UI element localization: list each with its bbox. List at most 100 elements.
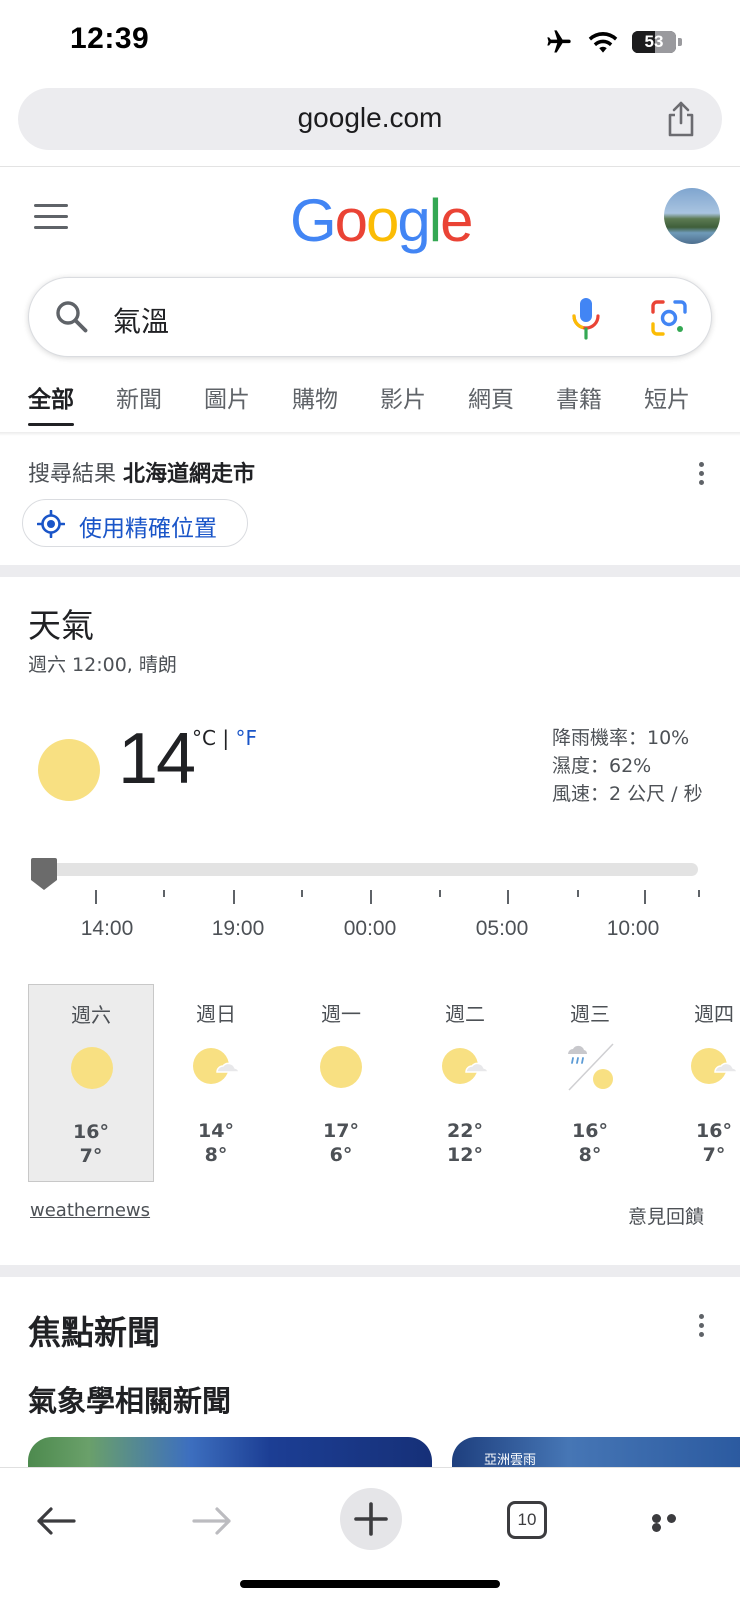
humidity-text: 濕度：62% xyxy=(552,755,652,777)
tab-shopping[interactable]: 購物 xyxy=(292,380,338,426)
unit-fahrenheit[interactable]: °F xyxy=(235,726,257,750)
tab-videos[interactable]: 影片 xyxy=(380,380,426,426)
day-high: 16° xyxy=(572,1120,608,1142)
news-card-image[interactable] xyxy=(28,1437,432,1467)
forward-arrow-icon[interactable] xyxy=(190,1506,234,1536)
use-precise-location-button[interactable]: 使用精確位置 xyxy=(22,499,248,547)
current-temperature: 14 xyxy=(118,719,196,799)
news-more-icon[interactable] xyxy=(699,1314,705,1340)
timeline-slider-track[interactable] xyxy=(42,863,698,876)
logo-letter: e xyxy=(440,187,473,254)
hamburger-menu-icon[interactable] xyxy=(34,204,68,232)
tab-images[interactable]: 圖片 xyxy=(204,380,250,426)
day-label: 週三 xyxy=(570,1002,610,1026)
timeline-slider-handle[interactable] xyxy=(30,856,58,892)
avatar[interactable] xyxy=(664,188,720,244)
weather-subtitle: 週六 12:00, 晴朗 xyxy=(28,654,177,676)
microphone-icon[interactable] xyxy=(569,296,603,340)
day-low: 7° xyxy=(702,1144,726,1166)
day-high: 16° xyxy=(696,1120,732,1142)
sunny-icon xyxy=(320,1046,362,1088)
day-low: 6° xyxy=(329,1144,353,1166)
unit-celsius[interactable]: °C xyxy=(192,726,216,750)
weather-title: 天氣 xyxy=(28,606,94,645)
logo-letter: l xyxy=(428,187,442,254)
feedback-link[interactable]: 意見回饋 xyxy=(628,1202,704,1229)
timeline-label: 14:00 xyxy=(80,917,134,940)
share-icon[interactable] xyxy=(664,100,698,138)
tabs-shadow xyxy=(0,432,740,436)
logo-letter: g xyxy=(397,187,430,254)
location-target-icon xyxy=(37,510,65,538)
battery-level: 53 xyxy=(644,32,664,51)
news-subtitle: 氣象學相關新聞 xyxy=(28,1384,232,1418)
partly-sunny-icon xyxy=(442,1048,489,1084)
tab-web[interactable]: 網頁 xyxy=(468,380,514,426)
precipitation-text: 降雨機率：10% xyxy=(552,727,690,749)
tab-shorts[interactable]: 短片 xyxy=(644,380,690,426)
google-lens-icon[interactable] xyxy=(649,298,689,338)
location-place[interactable]: 北海道網走市 xyxy=(123,462,255,487)
url-bar[interactable]: google.com xyxy=(18,88,722,150)
news-card-image[interactable]: 亞洲雲雨 xyxy=(452,1437,740,1468)
wifi-icon xyxy=(588,32,618,53)
airplane-icon xyxy=(547,30,571,53)
status-bar: 12:39 53 xyxy=(0,0,740,84)
back-arrow-icon[interactable] xyxy=(34,1506,78,1536)
forecast-day-thursday[interactable]: 週四 16° 7° xyxy=(651,984,740,1182)
day-label: 週六 xyxy=(71,1003,111,1027)
location-more-icon[interactable] xyxy=(699,462,705,488)
logo-letter: o xyxy=(366,187,399,254)
precise-location-label: 使用精確位置 xyxy=(79,516,217,542)
unit-separator: | xyxy=(222,726,230,750)
partly-sunny-icon xyxy=(193,1048,240,1084)
sunny-icon xyxy=(71,1047,113,1089)
forecast-day-sunday[interactable]: 週日 14° 8° xyxy=(153,984,279,1182)
timeline-ticks xyxy=(0,890,740,904)
day-label: 週二 xyxy=(445,1002,485,1026)
tab-news[interactable]: 新聞 xyxy=(116,380,162,426)
status-time: 12:39 xyxy=(70,22,150,55)
location-text: 搜尋結果 北海道網走市 xyxy=(28,456,255,488)
divider xyxy=(0,166,740,167)
forecast-day-tuesday[interactable]: 週二 22° 12° xyxy=(402,984,528,1182)
wind-text: 風速：2 公尺 / 秒 xyxy=(552,783,703,805)
section-separator xyxy=(0,1265,740,1277)
temperature-units: °C | °F xyxy=(192,726,257,750)
search-box[interactable]: 氣溫 xyxy=(28,277,712,357)
timeline-label: 19:00 xyxy=(211,917,265,940)
forecast-day-wednesday[interactable]: 週三 16° 8° xyxy=(527,984,653,1182)
location-prefix: 搜尋結果 xyxy=(28,462,117,487)
day-label: 週日 xyxy=(196,1002,236,1026)
home-indicator xyxy=(240,1580,500,1588)
partly-sunny-icon xyxy=(691,1048,738,1084)
forecast-day-saturday[interactable]: 週六 16° 7° xyxy=(28,984,154,1182)
tabs-button[interactable]: 10 xyxy=(507,1501,547,1539)
tab-all[interactable]: 全部 xyxy=(28,380,74,426)
day-low: 12° xyxy=(447,1144,483,1166)
rain-then-sun-icon xyxy=(568,1043,614,1091)
weather-source-link[interactable]: weathernews xyxy=(30,1200,150,1221)
sun-icon xyxy=(38,739,100,801)
search-icon xyxy=(56,301,88,333)
tab-books[interactable]: 書籍 xyxy=(556,380,602,426)
battery-icon: 53 xyxy=(632,31,676,53)
battery-tip xyxy=(678,38,682,46)
day-high: 17° xyxy=(323,1120,359,1142)
logo-letter: G xyxy=(290,187,337,254)
more-icon[interactable] xyxy=(652,1514,694,1532)
url-text[interactable]: google.com xyxy=(18,102,722,134)
google-logo[interactable]: Google xyxy=(290,186,474,255)
logo-letter: o xyxy=(334,187,368,254)
new-tab-button[interactable] xyxy=(340,1488,402,1550)
day-low: 8° xyxy=(204,1144,228,1166)
forecast-day-monday[interactable]: 週一 17° 6° xyxy=(278,984,404,1182)
day-high: 22° xyxy=(447,1120,483,1142)
status-icons: 53 xyxy=(544,28,682,56)
weather-details: 降雨機率：10% 濕度：62% 風速：2 公尺 / 秒 xyxy=(552,724,703,808)
day-high: 14° xyxy=(198,1120,234,1142)
top-news-title: 焦點新聞 xyxy=(28,1313,160,1352)
day-high: 16° xyxy=(73,1121,109,1143)
search-input[interactable]: 氣溫 xyxy=(113,300,169,340)
day-label: 週四 xyxy=(694,1002,734,1026)
